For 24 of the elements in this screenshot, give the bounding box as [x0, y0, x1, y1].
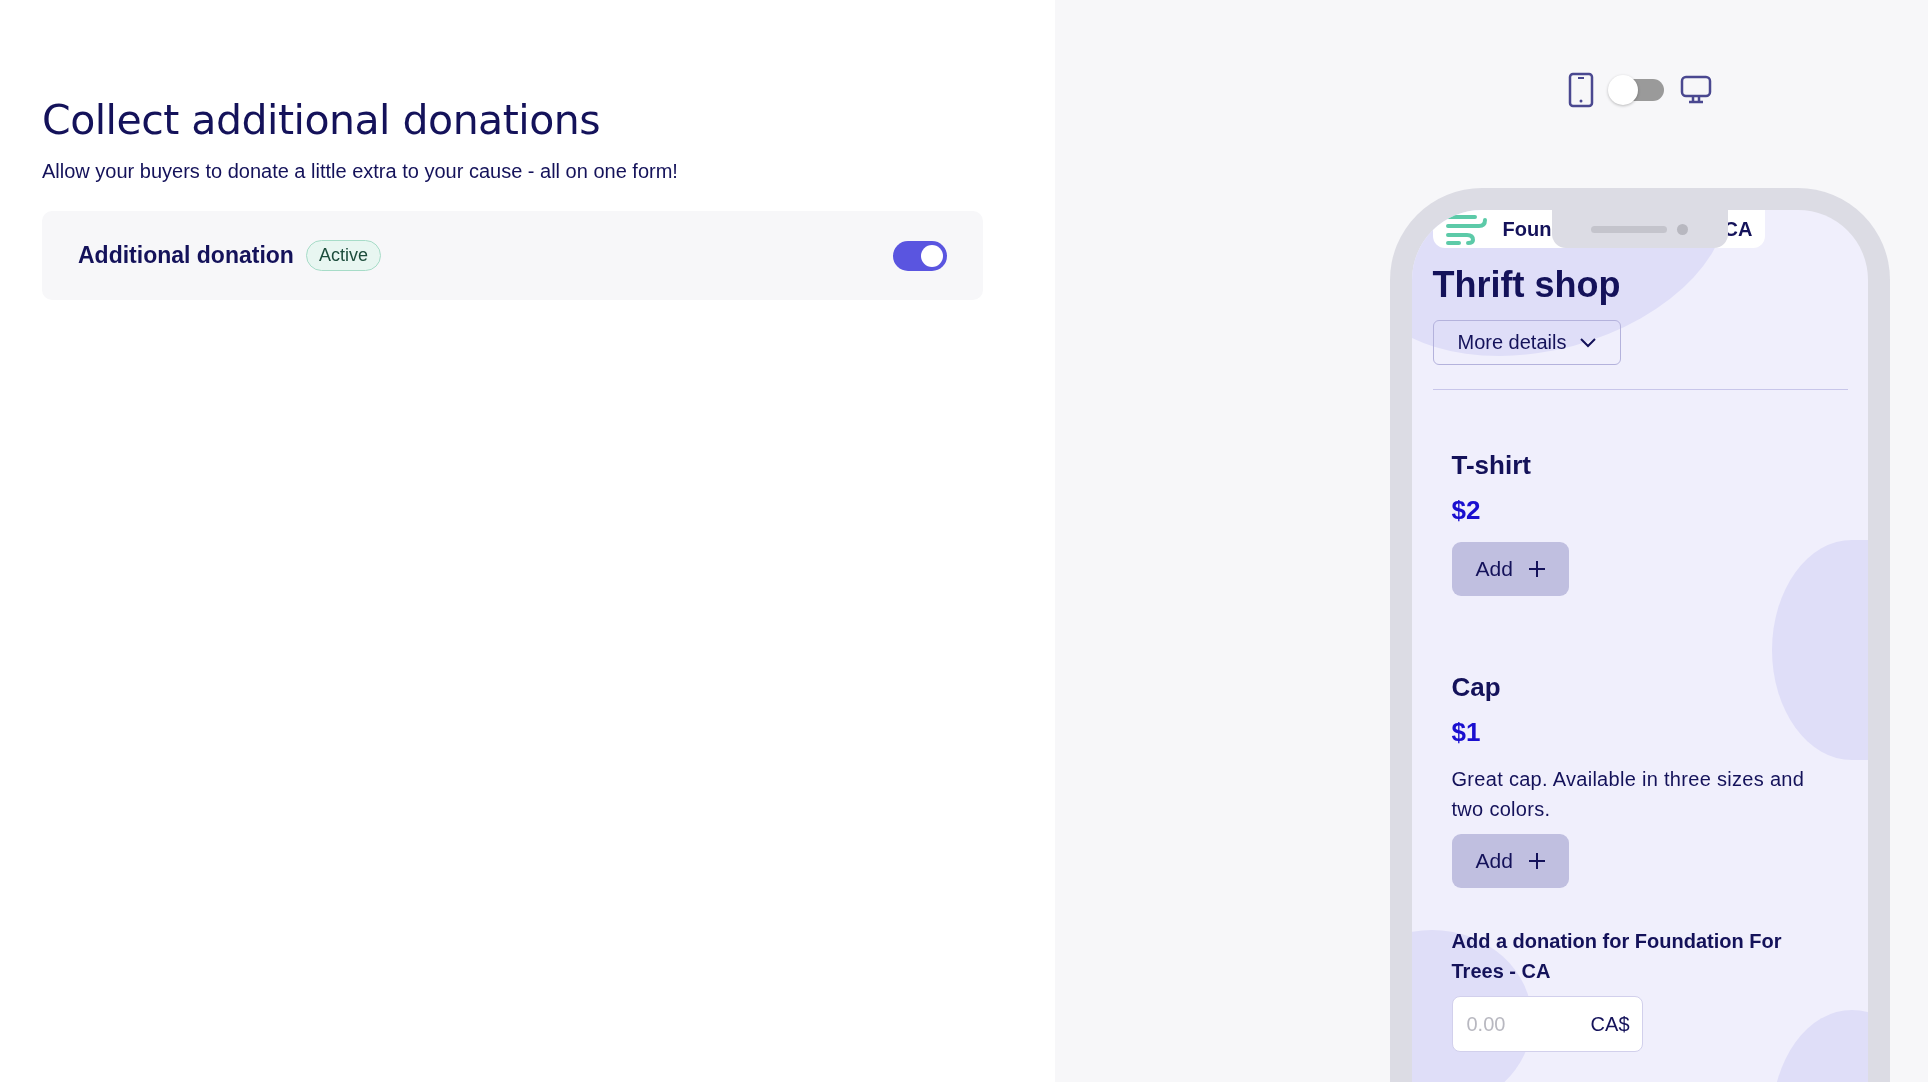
page-title: Collect additional donations	[42, 96, 602, 144]
donation-label: Add a donation for Foundation For Trees - CA	[1451, 929, 1783, 984]
currency-label: CA$	[1590, 1012, 1630, 1036]
status-badge: Active	[305, 240, 381, 271]
page-subtitle: Allow your buyers to donate a little extra to your cause - all on one form!	[42, 160, 679, 183]
chevron-down-icon	[1580, 337, 1597, 348]
donation-toggle[interactable]	[893, 240, 947, 271]
org-name: Foun	[1502, 217, 1552, 241]
shop-title: Thrift shop	[1432, 264, 1622, 306]
product-name: T-shirt	[1451, 450, 1532, 481]
product-name: Cap	[1451, 672, 1502, 703]
add-button[interactable]: Add	[1451, 542, 1569, 596]
logo-icon	[1444, 213, 1489, 245]
more-details-button[interactable]: More details	[1432, 320, 1622, 365]
add-button[interactable]: Add	[1451, 834, 1569, 888]
setting-label: Additional donation	[78, 242, 294, 269]
donation-amount-field[interactable]: 0.00 CA$	[1451, 996, 1643, 1052]
plus-icon	[1528, 561, 1545, 577]
phone-icon[interactable]	[1567, 72, 1594, 108]
monitor-icon[interactable]	[1679, 75, 1712, 105]
product-description: Great cap. Available in three sizes and two colors.	[1451, 767, 1806, 822]
product-price: $2	[1451, 495, 1482, 526]
product-price: $1	[1451, 717, 1482, 748]
plus-icon	[1528, 853, 1545, 869]
